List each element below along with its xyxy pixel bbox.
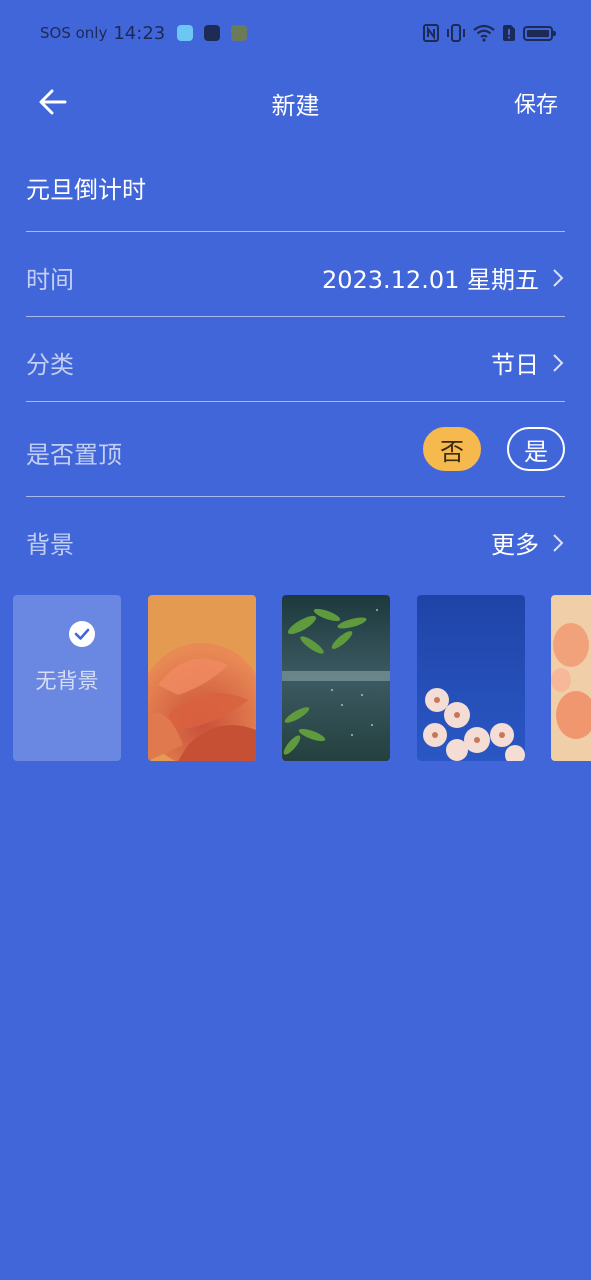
save-button[interactable]: 保存 [514,87,558,119]
background-more-label: 更多 [491,531,539,559]
pin-row: 是否置顶 否 是 [26,402,565,497]
blossoms-image [417,595,525,761]
background-picker: 无背景 [0,595,591,763]
background-none-option[interactable]: 无背景 [13,595,121,761]
category-value-group[interactable]: 节日 [491,345,565,380]
peach-flowers-image [551,595,591,761]
status-left: SOS only 14:23 [40,22,254,44]
clock-text: 14:23 [113,22,166,44]
time-row[interactable]: 时间 2023.12.01 星期五 [26,232,565,317]
pin-yes-button[interactable]: 是 [507,427,565,471]
wifi-icon [473,24,495,42]
event-name-input[interactable]: 元旦倒计时 [26,160,565,220]
status-right [423,22,556,44]
background-row: 背景 更多 [26,497,565,585]
chevron-right-icon [553,533,564,552]
time-value-group[interactable]: 2023.12.01 星期五 [322,260,565,295]
page-title: 新建 [271,92,320,120]
background-more-button[interactable]: 更多 [491,525,565,560]
status-bar: SOS only 14:23 [0,0,591,66]
nfc-icon [423,24,439,42]
carrier-text: SOS only [40,24,108,42]
background-rose-option[interactable] [148,595,256,761]
category-value: 节日 [491,351,539,379]
category-row[interactable]: 分类 节日 [26,317,565,402]
event-name-row: 元旦倒计时 [26,160,565,232]
background-none-label: 无背景 [35,669,99,693]
pin-toggle-group: 否 是 [423,427,565,471]
chevron-right-icon [553,268,564,287]
notification-app-icon [177,25,194,41]
background-peach-option[interactable] [551,595,591,761]
vibrate-icon [447,24,465,42]
sim-alert-icon [503,25,515,41]
background-blossoms-option[interactable] [417,595,525,761]
battery-icon [523,25,556,41]
notification-lightbulb-icon [204,25,221,41]
category-label: 分类 [26,351,74,379]
time-value: 2023.12.01 星期五 [321,266,539,294]
rose-image [148,595,256,761]
notification-avatar-icon [231,25,248,41]
pin-label: 是否置顶 [26,441,122,469]
background-leaves-option[interactable] [282,595,390,761]
header: 新建 保存 [0,70,591,134]
background-label: 背景 [26,531,74,559]
leaves-image [282,595,390,761]
pin-no-button[interactable]: 否 [423,427,481,471]
time-label: 时间 [26,266,74,294]
chevron-right-icon [553,353,564,372]
check-icon [69,621,95,647]
